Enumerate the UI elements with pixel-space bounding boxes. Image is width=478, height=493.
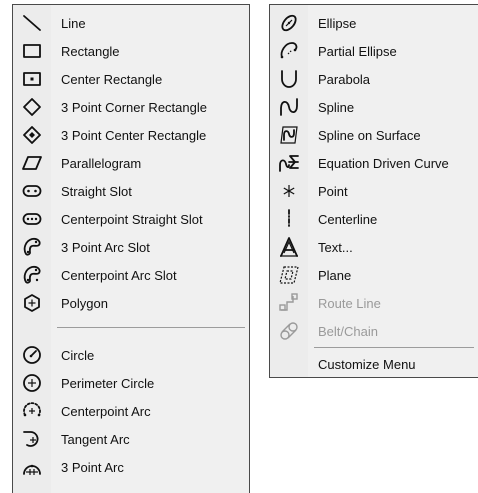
spline-on-surface-icon bbox=[270, 121, 308, 149]
menu-item-point[interactable]: Point bbox=[270, 177, 478, 205]
text-icon bbox=[270, 233, 308, 261]
perimeter-circle-icon bbox=[13, 369, 51, 397]
menu-item-3-point-arc[interactable]: 3 Point Arc bbox=[13, 453, 249, 481]
centerpoint-arc-slot-icon bbox=[13, 261, 51, 289]
parabola-icon bbox=[270, 65, 308, 93]
menu-item-centerpoint-arc-slot[interactable]: Centerpoint Arc Slot bbox=[13, 261, 249, 289]
menu-item-label: Customize Menu bbox=[318, 356, 416, 372]
menu-item-ellipse[interactable]: Ellipse bbox=[270, 9, 478, 37]
partial-ellipse-icon bbox=[270, 37, 308, 65]
menu-item-straight-slot[interactable]: Straight Slot bbox=[13, 177, 249, 205]
menu-item-label: Parabola bbox=[318, 71, 371, 87]
menu-item-rectangle[interactable]: Rectangle bbox=[13, 37, 249, 65]
menu-item-label: Plane bbox=[318, 267, 352, 283]
sketch-entities-menu-left: Line Rectangle Center Rectangle 3 Point … bbox=[12, 4, 250, 493]
menu-item-label: Centerpoint Arc Slot bbox=[61, 267, 177, 283]
menu-item-equation-driven-curve[interactable]: Equation Driven Curve bbox=[270, 149, 478, 177]
menu-separator bbox=[57, 327, 245, 328]
menu-item-route-line[interactable]: Route Line bbox=[270, 289, 478, 317]
menu-item-label: Straight Slot bbox=[61, 183, 132, 199]
rectangle-icon bbox=[13, 37, 51, 65]
menu-item-label: Center Rectangle bbox=[61, 71, 163, 87]
menu-item-center-rectangle[interactable]: Center Rectangle bbox=[13, 65, 249, 93]
3-point-center-rectangle-icon bbox=[13, 121, 51, 149]
menu-item-3-point-corner-rectangle[interactable]: 3 Point Corner Rectangle bbox=[13, 93, 249, 121]
menu-item-parallelogram[interactable]: Parallelogram bbox=[13, 149, 249, 177]
menu-item-belt-chain[interactable]: Belt/Chain bbox=[270, 317, 478, 345]
menu-item-label: Polygon bbox=[61, 295, 108, 311]
equation-driven-curve-icon bbox=[270, 149, 308, 177]
menu-item-spline-on-surface[interactable]: Spline on Surface bbox=[270, 121, 478, 149]
menu-item-label: Rectangle bbox=[61, 43, 120, 59]
menu-item-label: 3 Point Center Rectangle bbox=[61, 127, 207, 143]
menu-item-partial-ellipse[interactable]: Partial Ellipse bbox=[270, 37, 478, 65]
menu-item-centerpoint-arc[interactable]: Centerpoint Arc bbox=[13, 397, 249, 425]
menu-item-spline[interactable]: Spline bbox=[270, 93, 478, 121]
spline-icon bbox=[270, 93, 308, 121]
menu-item-label: 3 Point Arc Slot bbox=[61, 239, 150, 255]
menu-item-tangent-arc[interactable]: Tangent Arc bbox=[13, 425, 249, 453]
menu-item-label: Point bbox=[318, 183, 348, 199]
menu-item-label: Spline on Surface bbox=[318, 127, 421, 143]
belt-chain-icon bbox=[270, 317, 308, 345]
menu-item-label: 3 Point Corner Rectangle bbox=[61, 99, 207, 115]
polygon-icon bbox=[13, 289, 51, 317]
3-point-corner-rectangle-icon bbox=[13, 93, 51, 121]
menu-item-label: Centerline bbox=[318, 211, 378, 227]
plane-icon bbox=[270, 261, 308, 289]
menu-item-label: Tangent Arc bbox=[61, 431, 130, 447]
menu-item-label: 3 Point Arc bbox=[61, 459, 124, 475]
menu-item-centerline[interactable]: Centerline bbox=[270, 205, 478, 233]
straight-slot-icon bbox=[13, 177, 51, 205]
ellipse-icon bbox=[270, 9, 308, 37]
parallelogram-icon bbox=[13, 149, 51, 177]
menu-item-label: Spline bbox=[318, 99, 355, 115]
centerpoint-arc-icon bbox=[13, 397, 51, 425]
3-point-arc-icon bbox=[13, 453, 51, 481]
menu-item-label: Line bbox=[61, 15, 86, 31]
menu-item-3-point-arc-slot[interactable]: 3 Point Arc Slot bbox=[13, 233, 249, 261]
menu-item-circle[interactable]: Circle bbox=[13, 341, 249, 369]
menu-item-label: Belt/Chain bbox=[318, 323, 378, 339]
menu-separator bbox=[314, 347, 474, 348]
menu-item-plane[interactable]: Plane bbox=[270, 261, 478, 289]
centerpoint-straight-slot-icon bbox=[13, 205, 51, 233]
menu-item-label: Route Line bbox=[318, 295, 381, 311]
menu-item-label: Parallelogram bbox=[61, 155, 142, 171]
menu-item-line[interactable]: Line bbox=[13, 9, 249, 37]
menu-item-label: Partial Ellipse bbox=[318, 43, 397, 59]
line-icon bbox=[13, 9, 51, 37]
menu-item-label: Centerpoint Arc bbox=[61, 403, 151, 419]
tangent-arc-icon bbox=[13, 425, 51, 453]
menu-item-label: Circle bbox=[61, 347, 95, 363]
point-icon bbox=[270, 177, 308, 205]
menu-item-polygon[interactable]: Polygon bbox=[13, 289, 249, 317]
empty-icon-slot bbox=[270, 350, 308, 378]
menu-item-label: Ellipse bbox=[318, 15, 357, 31]
sketch-entities-menu-right: Ellipse Partial Ellipse Parabola Spline … bbox=[269, 4, 478, 378]
menu-item-parabola[interactable]: Parabola bbox=[270, 65, 478, 93]
3-point-arc-slot-icon bbox=[13, 233, 51, 261]
menu-item-perimeter-circle[interactable]: Perimeter Circle bbox=[13, 369, 249, 397]
menu-item-3-point-center-rectangle[interactable]: 3 Point Center Rectangle bbox=[13, 121, 249, 149]
menu-item-centerpoint-straight-slot[interactable]: Centerpoint Straight Slot bbox=[13, 205, 249, 233]
route-line-icon bbox=[270, 289, 308, 317]
menu-item-label: Equation Driven Curve bbox=[318, 155, 449, 171]
menu-item-label: Perimeter Circle bbox=[61, 375, 155, 391]
menu-item-text[interactable]: Text... bbox=[270, 233, 478, 261]
menu-item-customize-menu[interactable]: Customize Menu bbox=[270, 350, 478, 378]
center-rectangle-icon bbox=[13, 65, 51, 93]
menu-item-label: Text... bbox=[318, 239, 353, 255]
circle-icon bbox=[13, 341, 51, 369]
menu-item-label: Centerpoint Straight Slot bbox=[61, 211, 203, 227]
centerline-icon bbox=[270, 205, 308, 233]
